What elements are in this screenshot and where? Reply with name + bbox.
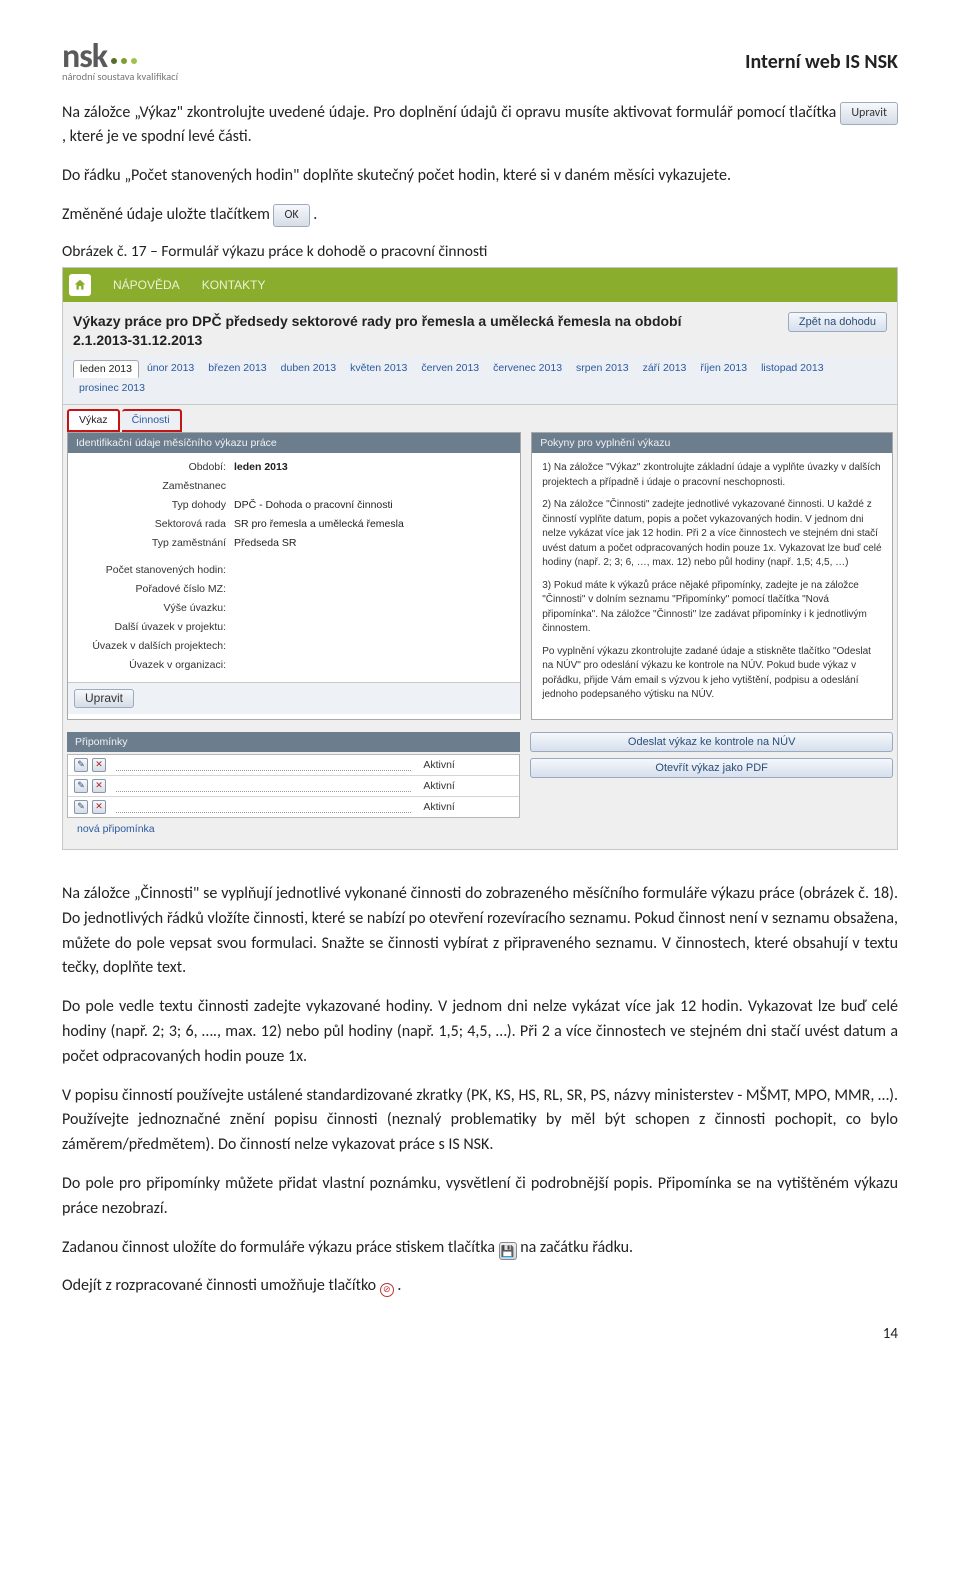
logo-text: nsk xyxy=(62,40,107,74)
instruction-1: 1) Na záložce "Výkaz" zkontrolujte zákla… xyxy=(542,461,882,490)
label-vyse-uvazku: Výše úvazku: xyxy=(74,602,234,614)
pripominka-status: Aktivní xyxy=(423,780,513,792)
intro-paragraph-3: Změněné údaje uložte tlačítkem OK . xyxy=(62,203,898,228)
save-icon[interactable]: ✎ xyxy=(74,758,88,772)
month-tabs: leden 2013 únor 2013 březen 2013 duben 2… xyxy=(63,355,897,405)
form-panel-header: Identifikační údaje měsíčního výkazu prá… xyxy=(68,433,520,453)
delete-icon[interactable]: ✕ xyxy=(92,779,106,793)
instructions-header: Pokyny pro vyplnění výkazu xyxy=(532,433,892,453)
instruction-4: Po vyplnění výkazu zkontrolujte zadané ú… xyxy=(542,645,882,703)
new-pripominka-link[interactable]: nová připomínka xyxy=(67,818,520,843)
value-obdobi: leden 2013 xyxy=(234,461,288,473)
sub-tabs: Výkaz Činnosti xyxy=(63,405,897,432)
tab-cinnosti[interactable]: Činnosti xyxy=(122,409,182,432)
body-paragraph-5: Zadanou činnost uložíte do formuláře výk… xyxy=(62,1236,898,1261)
label-typ-dohody: Typ dohody xyxy=(74,499,234,511)
month-tab[interactable]: červenec 2013 xyxy=(487,360,568,378)
back-button[interactable]: Zpět na dohodu xyxy=(788,312,887,332)
pripominky-list: ✎ ✕ Aktivní ✎ ✕ Aktivní ✎ xyxy=(67,754,520,818)
send-button[interactable]: Odeslat výkaz ke kontrole na NÚV xyxy=(530,732,893,752)
figure-caption: Obrázek č. 17 – Formulář výkazu práce k … xyxy=(62,242,898,261)
save-icon[interactable]: ✎ xyxy=(74,800,88,814)
upravit-button[interactable]: Upravit xyxy=(74,689,134,708)
label-uvazek-organizace: Úvazek v organizaci: xyxy=(74,659,234,671)
month-tab[interactable]: srpen 2013 xyxy=(570,360,635,378)
app-screenshot: NÁPOVĚDA KONTAKTY Výkazy práce pro DPČ p… xyxy=(62,267,898,850)
page-number: 14 xyxy=(62,1325,898,1343)
body-paragraph-3: V popisu činností používejte ustálené st… xyxy=(62,1084,898,1158)
value-sektorova-rada: SR pro řemesla a umělecká řemesla xyxy=(234,518,514,530)
pripominka-status: Aktivní xyxy=(423,801,513,813)
instructions-panel: Pokyny pro vyplnění výkazu 1) Na záložce… xyxy=(531,432,893,720)
report-title: Výkazy práce pro DPČ předsedy sektorové … xyxy=(73,312,693,350)
label-pocet-hodin: Počet stanovených hodin: xyxy=(74,564,234,576)
month-tab[interactable]: únor 2013 xyxy=(141,360,200,378)
pripominka-status: Aktivní xyxy=(423,759,513,771)
body-paragraph-6: Odejít z rozpracované činnosti umožňuje … xyxy=(62,1274,898,1299)
delete-icon[interactable]: ✕ xyxy=(92,758,106,772)
upravit-inline-button[interactable]: Upravit xyxy=(840,102,898,126)
nav-bar: NÁPOVĚDA KONTAKTY xyxy=(63,268,897,302)
logo: nsk národní soustava kvalifikací xyxy=(62,40,178,83)
label-obdobi: Období: xyxy=(74,461,234,473)
label-poradove-cislo: Pořadové číslo MZ: xyxy=(74,583,234,595)
value-typ-zamestnani: Předseda SR xyxy=(234,537,514,549)
value-typ-dohody: DPČ - Dohoda o pracovní činnosti xyxy=(234,499,514,511)
label-typ-zamestnani: Typ zaměstnání xyxy=(74,537,234,549)
home-icon[interactable] xyxy=(69,274,91,296)
intro-paragraph-1: Na záložce „Výkaz" zkontrolujte uvedené … xyxy=(62,101,898,151)
pdf-button[interactable]: Otevřít výkaz jako PDF xyxy=(530,758,893,778)
month-tab[interactable]: červen 2013 xyxy=(415,360,485,378)
save-icon[interactable]: ✎ xyxy=(74,779,88,793)
month-tab[interactable]: září 2013 xyxy=(637,360,693,378)
body-paragraph-1: Na záložce „Činnosti" se vyplňují jednot… xyxy=(62,882,898,981)
label-sektorova-rada: Sektorová rada xyxy=(74,518,234,530)
tab-vykaz[interactable]: Výkaz xyxy=(67,409,120,432)
label-dalsi-uvazek: Další úvazek v projektu: xyxy=(74,621,234,633)
body-paragraph-2: Do pole vedle textu činnosti zadejte vyk… xyxy=(62,995,898,1069)
pripominka-row: ✎ ✕ Aktivní xyxy=(68,797,519,817)
ok-inline-button[interactable]: OK xyxy=(273,204,309,228)
month-tab[interactable]: listopad 2013 xyxy=(755,360,829,378)
month-tab[interactable]: květen 2013 xyxy=(344,360,413,378)
instruction-2: 2) Na záložce "Činnosti" zadejte jednotl… xyxy=(542,498,882,571)
month-tab[interactable]: duben 2013 xyxy=(275,360,342,378)
body-paragraph-4: Do pole pro připomínky můžete přidat vla… xyxy=(62,1172,898,1222)
nav-kontakty[interactable]: KONTAKTY xyxy=(202,278,266,292)
pripominky-header: Připomínky xyxy=(67,732,520,752)
label-zamestnanec: Zaměstnanec xyxy=(74,480,234,492)
instruction-3: 3) Pokud máte k výkazů práce nějaké přip… xyxy=(542,579,882,637)
page-header-title: Interní web IS NSK xyxy=(745,50,898,74)
month-tab[interactable]: březen 2013 xyxy=(202,360,272,378)
form-panel: Identifikační údaje měsíčního výkazu prá… xyxy=(67,432,521,720)
pripominka-row: ✎ ✕ Aktivní xyxy=(68,776,519,797)
pripominka-row: ✎ ✕ Aktivní xyxy=(68,755,519,776)
month-tab[interactable]: říjen 2013 xyxy=(694,360,753,378)
nav-napoveda[interactable]: NÁPOVĚDA xyxy=(113,278,180,292)
cancel-icon[interactable]: ⊘ xyxy=(380,1283,394,1297)
month-tab-active[interactable]: leden 2013 xyxy=(73,360,139,378)
floppy-icon[interactable]: 💾 xyxy=(499,1242,517,1260)
delete-icon[interactable]: ✕ xyxy=(92,800,106,814)
label-uvazek-projekty: Úvazek v dalších projektech: xyxy=(74,640,234,652)
intro-paragraph-2: Do řádku „Počet stanovených hodin" doplň… xyxy=(62,164,898,189)
logo-subtitle: národní soustava kvalifikací xyxy=(62,72,178,83)
month-tab[interactable]: prosinec 2013 xyxy=(73,380,151,396)
